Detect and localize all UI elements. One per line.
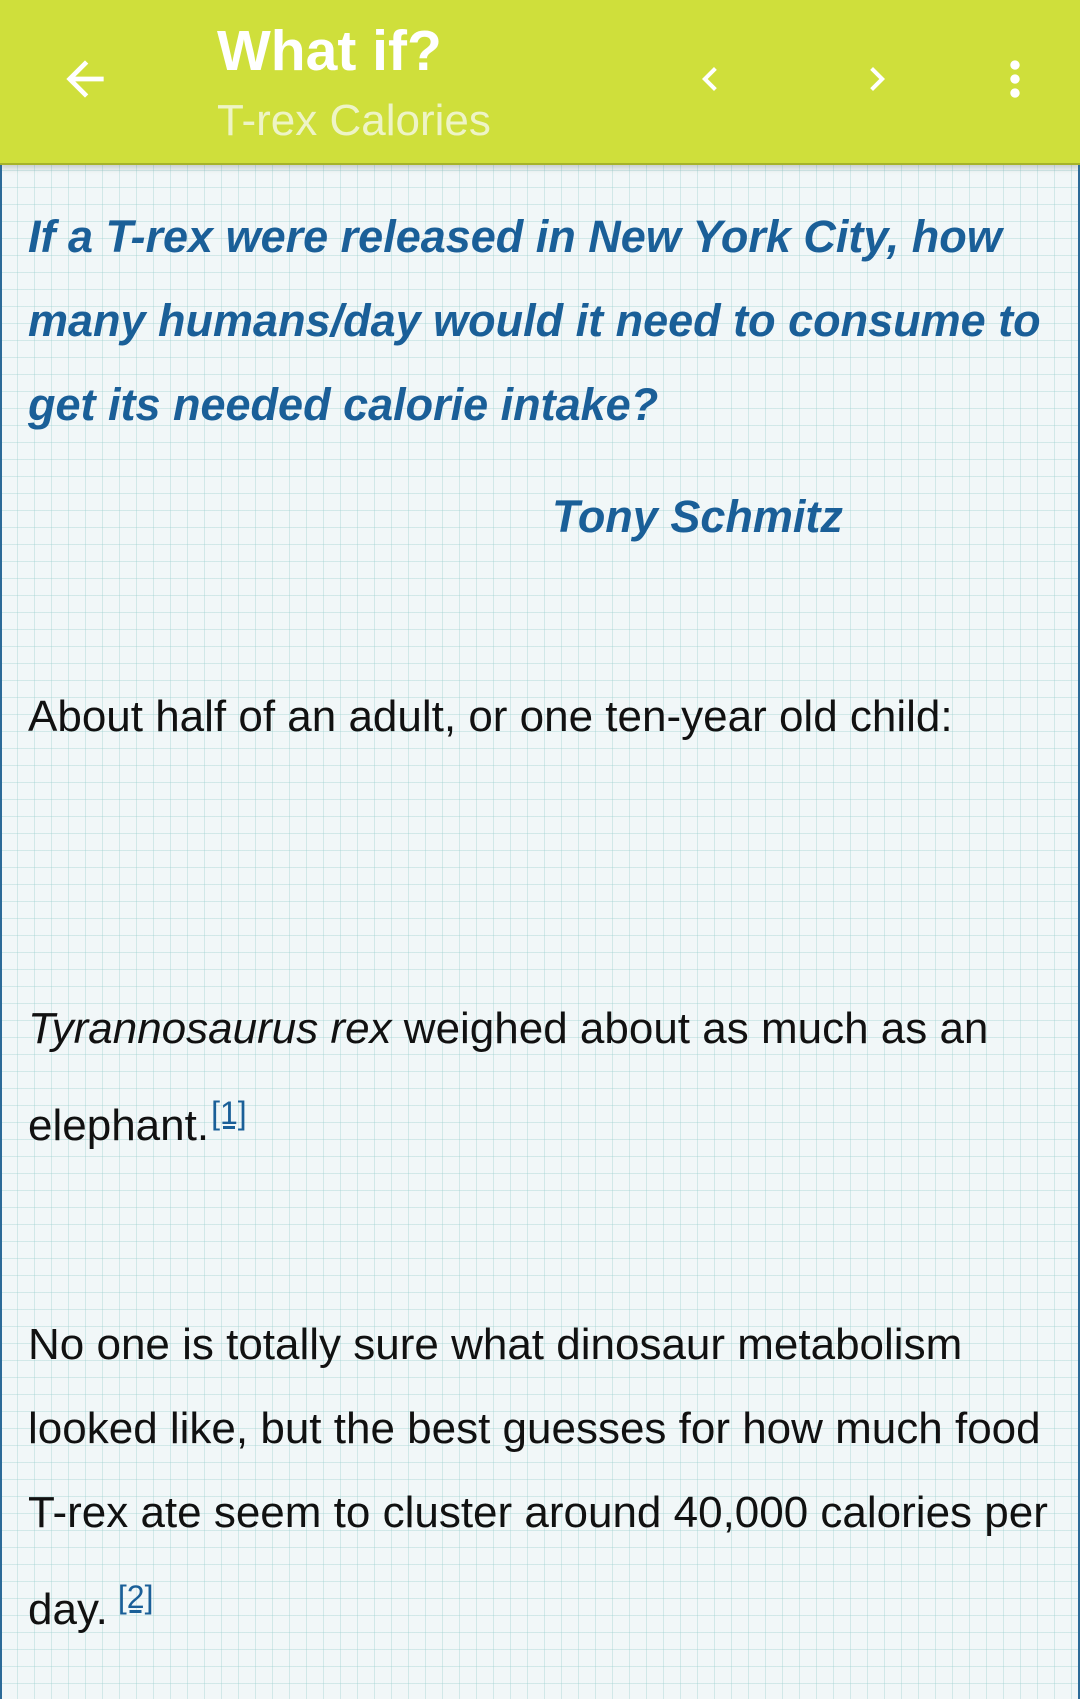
previous-article-button[interactable]	[670, 38, 750, 120]
more-vertical-icon	[1010, 60, 1020, 98]
article-title: T-rex Calories	[217, 96, 491, 145]
arrow-left-icon	[66, 60, 104, 98]
footnote-link-1[interactable]: [1]	[211, 1095, 247, 1131]
next-article-button[interactable]	[837, 38, 917, 120]
back-button[interactable]	[40, 38, 130, 120]
article-question: If a T-rex were released in New York Cit…	[28, 211, 1041, 430]
app-title: What if?	[217, 19, 442, 83]
species-name: Tyrannosaurus rex	[28, 1004, 392, 1053]
chevron-right-icon	[870, 67, 885, 91]
footnote-link-2[interactable]: [2]	[118, 1579, 154, 1615]
question-asker: Tony Schmitz	[552, 491, 843, 542]
answer-paragraph-2: Tyrannosaurus rex weighed about as much …	[28, 987, 1058, 1168]
app-bar: What if? T-rex Calories	[0, 0, 1080, 165]
answer-paragraph-1: About half of an adult, or one ten-year …	[28, 692, 953, 741]
chevron-left-icon	[702, 67, 717, 91]
overflow-menu-button[interactable]	[975, 38, 1055, 120]
app-screen: What if? T-rex Calories If a T-rex were …	[0, 0, 1080, 1699]
paragraph-3-text: No one is totally sure what dinosaur met…	[28, 1320, 1048, 1634]
answer-paragraph-3: No one is totally sure what dinosaur met…	[28, 1303, 1058, 1652]
article-content: If a T-rex were released in New York Cit…	[0, 165, 1080, 1699]
